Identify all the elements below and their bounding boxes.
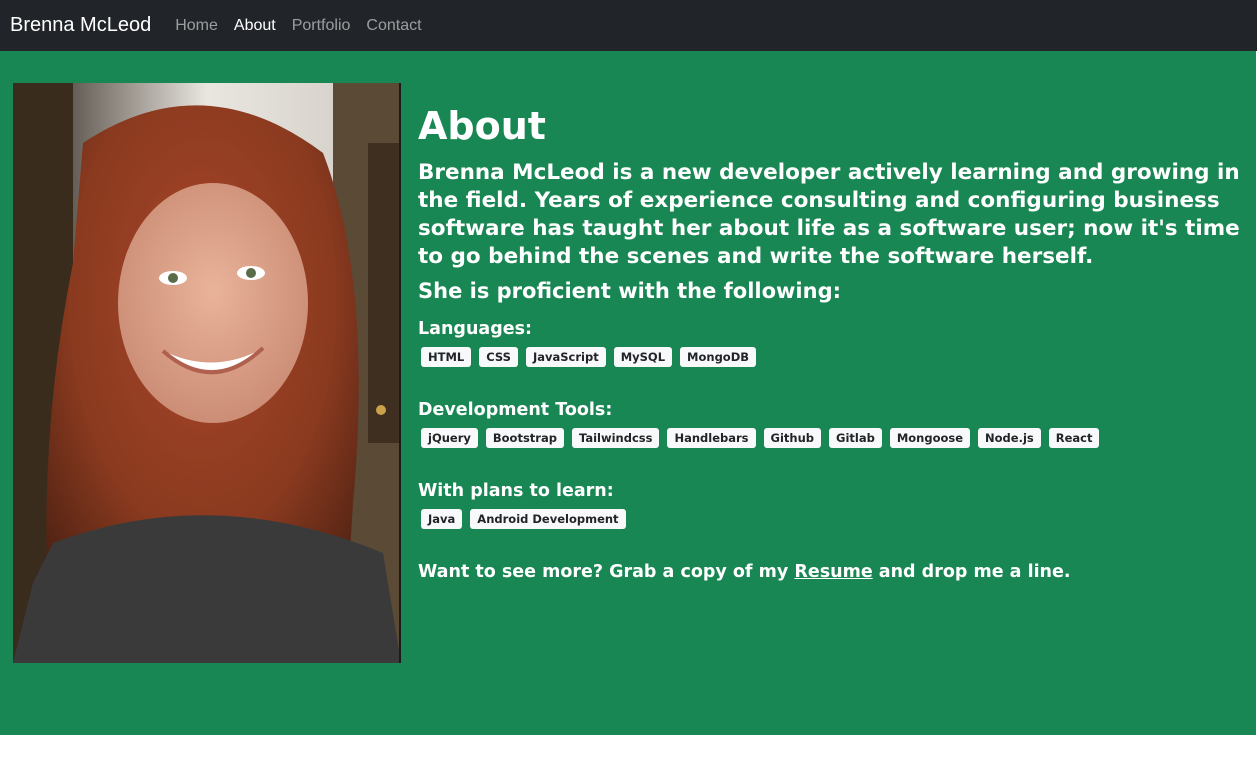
nav-portfolio[interactable]: Portfolio xyxy=(292,17,351,35)
proficient-heading: She is proficient with the following: xyxy=(418,279,842,303)
badge-css: CSS xyxy=(479,347,518,367)
badge-handlebars: Handlebars xyxy=(667,428,756,448)
navbar: Brenna McLeod Home About Portfolio Conta… xyxy=(0,0,1260,51)
badge-tailwindcss: Tailwindcss xyxy=(571,428,660,448)
cta-text: Want to see more? Grab a copy of my Resu… xyxy=(418,560,1248,584)
badge-html: HTML xyxy=(421,347,472,367)
cta-after: and drop me a line. xyxy=(872,562,1071,582)
brand-link[interactable]: Brenna McLeod xyxy=(10,14,151,37)
intro-text: Brenna McLeod is a new developer activel… xyxy=(418,160,1240,269)
badge-bootstrap: Bootstrap xyxy=(485,428,564,448)
badge-github: Github xyxy=(763,428,821,448)
tools-heading: Development Tools: xyxy=(418,400,613,420)
badge-mongodb: MongoDB xyxy=(680,347,757,367)
tools-badges: jQuery Bootstrap Tailwindcss Handlebars … xyxy=(418,428,1248,448)
languages-heading: Languages: xyxy=(418,319,533,339)
badge-gitlab: Gitlab xyxy=(829,428,882,448)
nav-contact[interactable]: Contact xyxy=(366,17,421,35)
plans-badges: Java Android Development xyxy=(418,509,1248,529)
badge-android: Android Development xyxy=(470,509,626,529)
about-section: About Brenna McLeod is a new developer a… xyxy=(0,51,1256,735)
languages-badges: HTML CSS JavaScript MySQL MongoDB xyxy=(418,347,1248,367)
page-title: About xyxy=(418,104,546,148)
badge-react: React xyxy=(1048,428,1100,448)
nav-about[interactable]: About xyxy=(234,17,276,35)
badge-nodejs: Node.js xyxy=(978,428,1041,448)
badge-jquery: jQuery xyxy=(421,428,478,448)
badge-mongoose: Mongoose xyxy=(889,428,971,448)
resume-link[interactable]: Resume xyxy=(794,562,872,582)
cta-before: Want to see more? Grab a copy of my xyxy=(418,562,795,582)
badge-mysql: MySQL xyxy=(613,347,673,367)
plans-heading: With plans to learn: xyxy=(418,481,614,501)
badge-java: Java xyxy=(421,509,463,529)
badge-javascript: JavaScript xyxy=(525,347,606,367)
nav-home[interactable]: Home xyxy=(175,17,218,35)
about-content: About Brenna McLeod is a new developer a… xyxy=(418,101,1248,584)
profile-photo xyxy=(13,83,401,663)
